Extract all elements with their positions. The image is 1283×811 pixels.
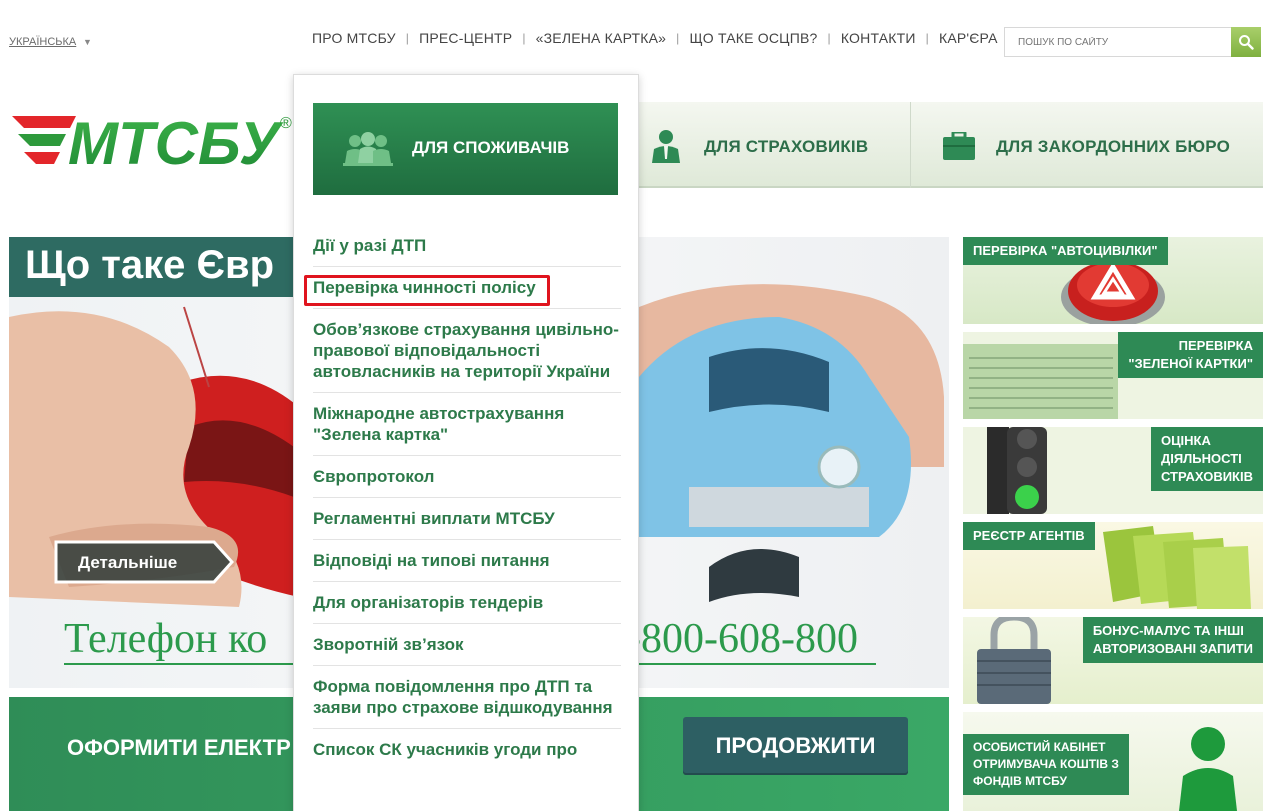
- svg-text:®: ®: [280, 115, 292, 132]
- menu-item-mandatory-insurance[interactable]: Обов’язкове страхування цивільно-правово…: [313, 309, 621, 393]
- mtsbu-logo[interactable]: МТСБУ ®: [10, 108, 295, 172]
- tile-insurer-rating[interactable]: ОЦІНКА ДІЯЛЬНОСТІ СТРАХОВИКІВ: [963, 427, 1263, 514]
- menu-item-faq[interactable]: Відповіді на типові питання: [313, 540, 621, 582]
- page: УКРАЇНСЬКА ▼ ПРО МТСБУ | ПРЕС-ЦЕНТР | «З…: [0, 0, 1283, 811]
- tile-insurer-rating-line3: СТРАХОВИКІВ: [1160, 469, 1253, 484]
- details-button[interactable]: Детальніше: [54, 540, 234, 584]
- menu-item-accident-report-form[interactable]: Форма повідомлення про ДТП та заяви про …: [313, 666, 621, 729]
- search-icon: [1239, 35, 1254, 50]
- menu-item-tender-organizers[interactable]: Для організаторів тендерів: [313, 582, 621, 624]
- nav-insurers[interactable]: ДЛЯ СТРАХОВИКІВ: [636, 102, 910, 188]
- menu-item-accident-actions[interactable]: Дії у разі ДТП: [313, 225, 621, 267]
- menu-item-regulated-payments[interactable]: Регламентні виплати МТСБУ: [313, 498, 621, 540]
- nav-foreign-bureaus-label: ДЛЯ ЗАКОРДОННИХ БЮРО: [996, 137, 1231, 156]
- tile-personal-cabinet[interactable]: ОСОБИСТИЙ КАБІНЕТ ОТРИМУВАЧА КОШТІВ З ФО…: [963, 712, 1263, 811]
- svg-text:МТСБУ: МТСБУ: [68, 110, 284, 172]
- topnav-green-card[interactable]: «ЗЕЛЕНА КАРТКА»: [526, 30, 676, 46]
- menu-item-agreement-members[interactable]: Список СК учасників угоди про: [313, 729, 621, 770]
- continue-button-label: ПРОДОВЖИТИ: [715, 733, 876, 758]
- folders-icon: [1103, 526, 1251, 609]
- tile-bonus-malus-line1: БОНУС-МАЛУС ТА ІНШІ: [1092, 623, 1244, 638]
- phone-text-right: -800-608-800: [627, 616, 858, 662]
- green-card-document-icon: [963, 344, 1118, 419]
- nav-insurers-label: ДЛЯ СТРАХОВИКІВ: [704, 137, 869, 156]
- menu-item-feedback[interactable]: Зворотній зв’язок: [313, 624, 621, 666]
- main-nav: ДЛЯ СТРАХОВИКІВ ДЛЯ ЗАКОРДОННИХ БЮРО: [636, 102, 1263, 188]
- tile-bonus-malus[interactable]: БОНУС-МАЛУС ТА ІНШІ АВТОРИЗОВАНІ ЗАПИТИ: [963, 617, 1263, 704]
- nav-consumers-label: ДЛЯ СПОЖИВАЧІВ: [412, 138, 570, 157]
- tile-autocivilka-check[interactable]: ПЕРЕВІРКА "АВТОЦИВІЛКИ": [963, 237, 1263, 324]
- topnav-career[interactable]: КАР'ЄРА: [929, 30, 1008, 46]
- phone-text-left: Телефон ко: [64, 616, 268, 662]
- menu-item-policy-validity-check[interactable]: Перевірка чинності полісу: [313, 267, 621, 309]
- person-icon: [652, 130, 680, 163]
- topnav-press-center[interactable]: ПРЕС-ЦЕНТР: [409, 30, 522, 46]
- padlock-icon: [977, 617, 1051, 704]
- tile-autocivilka-label: ПЕРЕВІРКА "АВТОЦИВІЛКИ": [963, 237, 1168, 265]
- tile-green-card-check[interactable]: ПЕРЕВІРКА "ЗЕЛЕНОЇ КАРТКИ": [963, 332, 1263, 419]
- language-selector[interactable]: УКРАЇНСЬКА: [9, 36, 76, 48]
- topnav-contacts[interactable]: КОНТАКТИ: [831, 30, 926, 46]
- user-figure-icon: [1179, 727, 1237, 811]
- cta-text: ОФОРМИТИ ЕЛЕКТР: [67, 735, 291, 760]
- menu-item-europrotocol[interactable]: Європротокол: [313, 456, 621, 498]
- tile-insurer-rating-line1: ОЦІНКА: [1160, 433, 1211, 448]
- continue-button[interactable]: ПРОДОВЖИТИ: [683, 717, 908, 775]
- traffic-light-icon: [987, 427, 1047, 514]
- tile-bonus-malus-label: БОНУС-МАЛУС ТА ІНШІ АВТОРИЗОВАНІ ЗАПИТИ: [1082, 617, 1263, 663]
- people-group-icon: [343, 132, 393, 166]
- tile-green-card-label: ПЕРЕВІРКА "ЗЕЛЕНОЇ КАРТКИ": [1118, 332, 1263, 378]
- dropdown-list: Дії у разі ДТП Перевірка чинності полісу…: [313, 225, 621, 770]
- tile-agent-registry[interactable]: РЕЄСТР АГЕНТІВ: [963, 522, 1263, 609]
- chevron-down-icon[interactable]: ▼: [83, 37, 92, 47]
- tile-personal-cabinet-line2: ОТРИМУВАЧА КОШТІВ З: [973, 757, 1119, 771]
- nav-foreign-bureaus[interactable]: ДЛЯ ЗАКОРДОННИХ БЮРО: [911, 102, 1263, 188]
- tile-agent-registry-label: РЕЄСТР АГЕНТІВ: [963, 522, 1095, 550]
- tile-insurer-rating-label: ОЦІНКА ДІЯЛЬНОСТІ СТРАХОВИКІВ: [1150, 427, 1263, 491]
- briefcase-icon: [943, 132, 975, 160]
- tile-insurer-rating-line2: ДІЯЛЬНОСТІ: [1160, 451, 1242, 466]
- search-box: [1004, 27, 1261, 57]
- consumers-dropdown-menu: ДЛЯ СПОЖИВАЧІВ Дії у разі ДТП Перевірка …: [293, 74, 639, 811]
- tile-personal-cabinet-line3: ФОНДІВ МТСБУ: [973, 774, 1067, 788]
- topnav-about[interactable]: ПРО МТСБУ: [312, 30, 406, 46]
- tile-green-card-label-line1: ПЕРЕВІРКА: [1178, 338, 1253, 353]
- nav-consumers[interactable]: ДЛЯ СПОЖИВАЧІВ: [313, 103, 618, 195]
- tile-personal-cabinet-label: ОСОБИСТИЙ КАБІНЕТ ОТРИМУВАЧА КОШТІВ З ФО…: [963, 734, 1129, 795]
- menu-item-green-card[interactable]: Міжнародне автострахування "Зелена картк…: [313, 393, 621, 456]
- tile-bonus-malus-line2: АВТОРИЗОВАНІ ЗАПИТИ: [1092, 641, 1253, 656]
- top-nav: ПРО МТСБУ | ПРЕС-ЦЕНТР | «ЗЕЛЕНА КАРТКА»…: [312, 30, 1008, 46]
- tile-personal-cabinet-line1: ОСОБИСТИЙ КАБІНЕТ: [973, 740, 1106, 754]
- search-input[interactable]: [1005, 28, 1233, 56]
- search-button[interactable]: [1231, 27, 1261, 57]
- details-button-label: Детальніше: [78, 553, 178, 572]
- tile-green-card-label-line2: "ЗЕЛЕНОЇ КАРТКИ": [1128, 356, 1253, 371]
- topnav-what-is-oscpv[interactable]: ЩО ТАКЕ ОСЦПВ?: [679, 30, 827, 46]
